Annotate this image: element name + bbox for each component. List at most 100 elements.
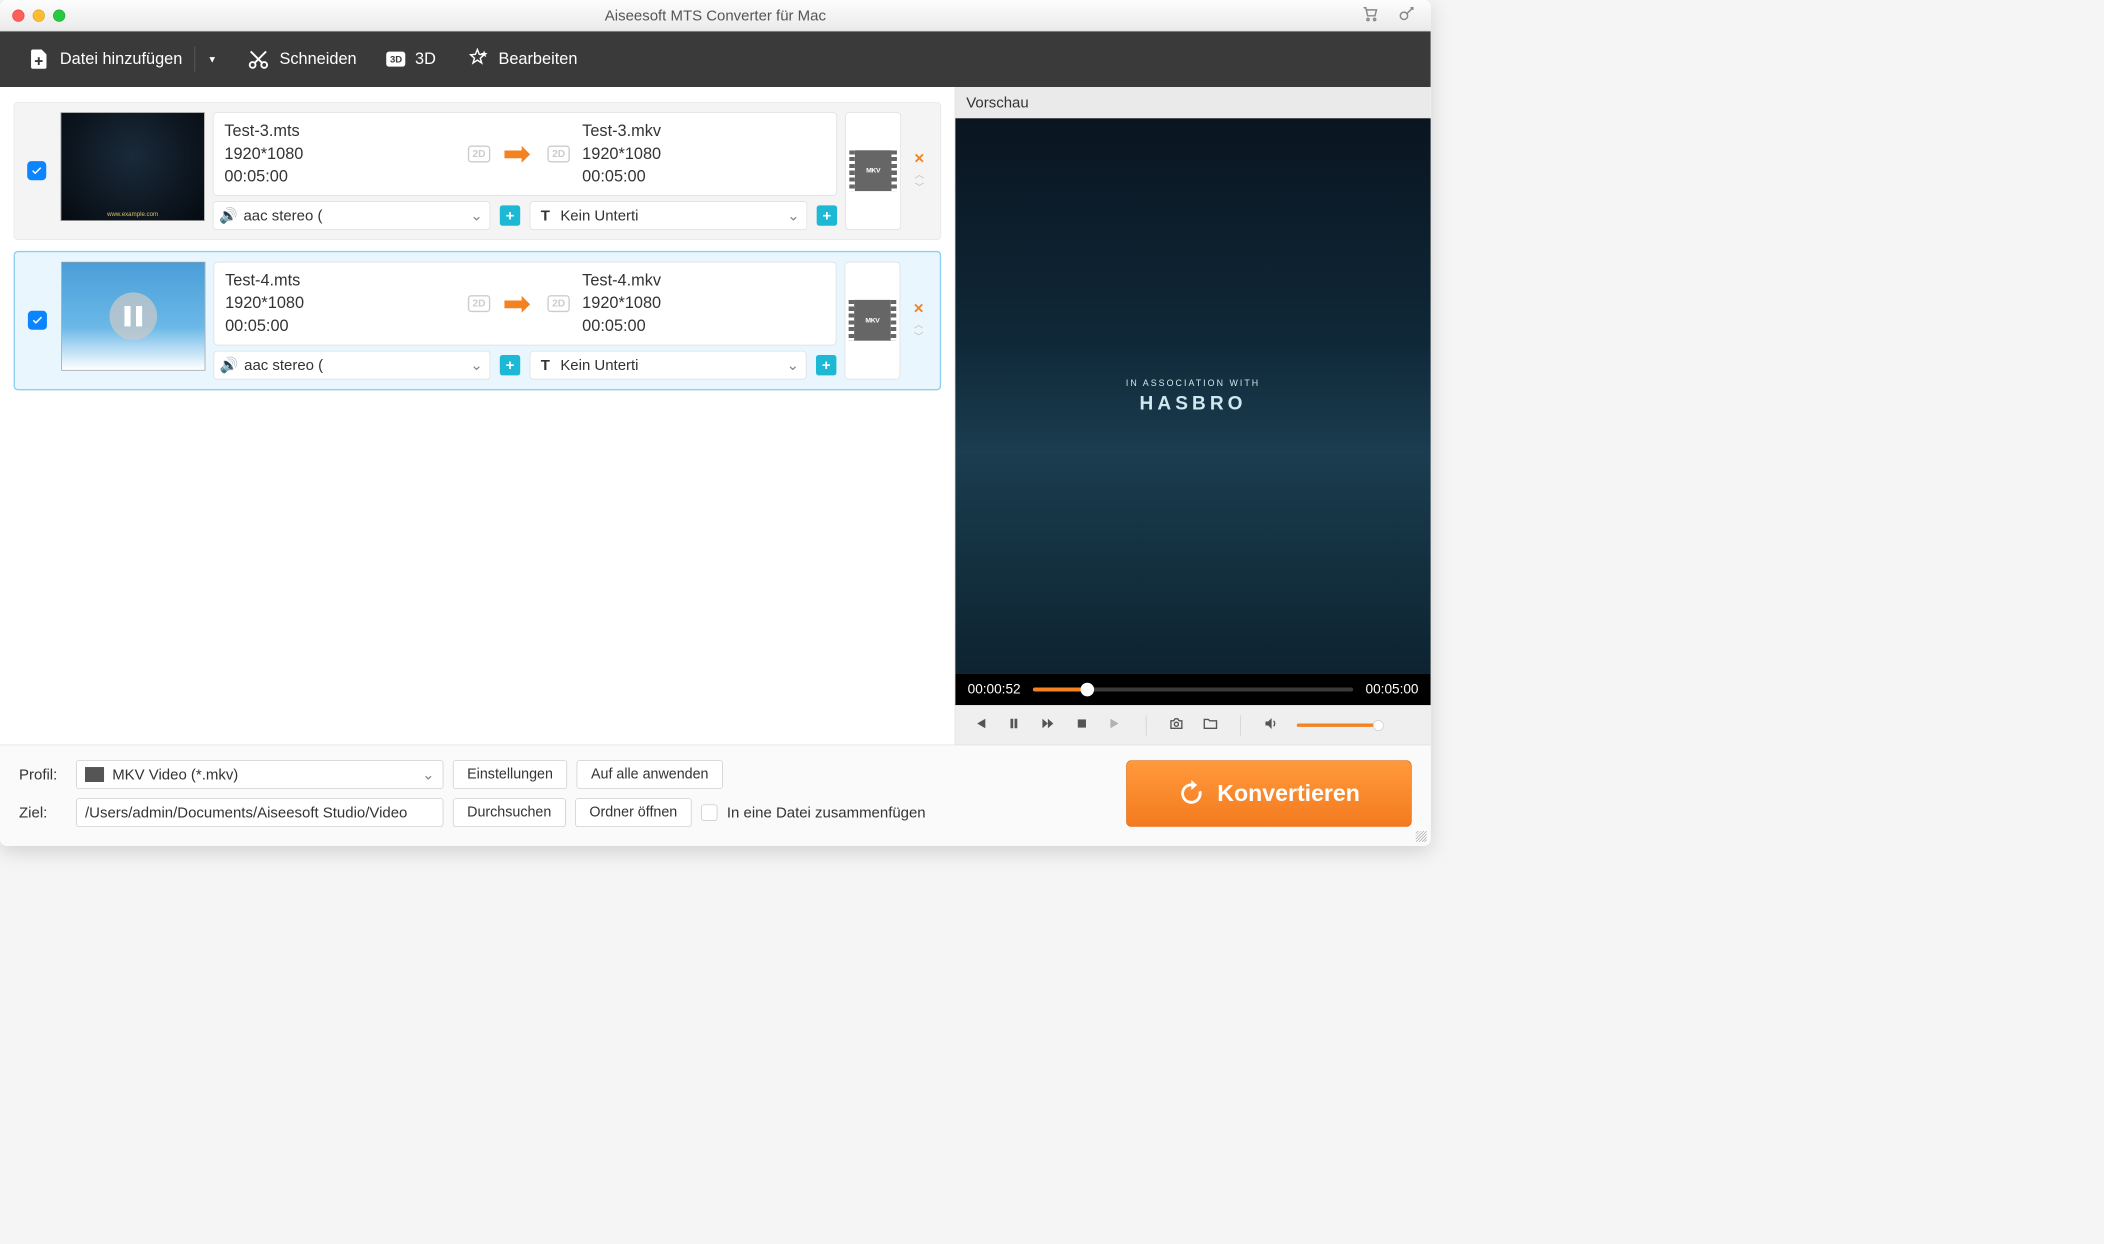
edit-button[interactable]: Bearbeiten bbox=[466, 48, 578, 71]
chevron-down-icon: ⌄ bbox=[470, 356, 483, 374]
file-checkbox[interactable] bbox=[27, 161, 46, 180]
destination-label: Ziel: bbox=[19, 804, 67, 822]
subtitle-select[interactable]: T Kein Unterti ⌄ bbox=[530, 201, 807, 230]
titlebar: Aiseesoft MTS Converter für Mac bbox=[0, 0, 1431, 31]
add-audio-button[interactable]: + bbox=[500, 355, 520, 375]
source-filename: Test-3.mts bbox=[224, 120, 467, 143]
file-list: www.example.com Test-3.mts 1920*1080 00:… bbox=[0, 87, 955, 745]
next-button[interactable] bbox=[1108, 715, 1124, 735]
cut-button[interactable]: Schneiden bbox=[247, 48, 357, 71]
open-destination-button[interactable]: Ordner öffnen bbox=[575, 798, 691, 827]
subtitle-select[interactable]: T Kein Unterti ⌄ bbox=[530, 351, 807, 380]
source-resolution: 1920*1080 bbox=[225, 292, 468, 315]
bottom-bar: Profil: MKV Video (*.mkv) ⌄ Einstellunge… bbox=[0, 745, 1431, 846]
cart-icon[interactable] bbox=[1361, 5, 1379, 26]
merge-label: In eine Datei zusammenfügen bbox=[727, 804, 926, 822]
profile-select[interactable]: MKV Video (*.mkv) ⌄ bbox=[76, 760, 443, 789]
target-duration: 00:05:00 bbox=[582, 315, 825, 338]
open-folder-button[interactable] bbox=[1202, 715, 1218, 735]
convert-label: Konvertieren bbox=[1217, 780, 1360, 807]
remove-file-button[interactable]: ✕ bbox=[913, 300, 924, 317]
settings-button[interactable]: Einstellungen bbox=[453, 760, 567, 789]
browse-button[interactable]: Durchsuchen bbox=[453, 798, 566, 827]
chevron-down-icon: ⌄ bbox=[786, 356, 799, 374]
add-subtitle-button[interactable]: + bbox=[817, 205, 837, 225]
profile-value: MKV Video (*.mkv) bbox=[112, 766, 414, 784]
move-up-button[interactable]: ︿ bbox=[915, 170, 925, 180]
maximize-window-button[interactable] bbox=[53, 9, 65, 21]
2d-badge-icon: 2D bbox=[468, 145, 491, 162]
source-duration: 00:05:00 bbox=[225, 315, 468, 338]
remove-file-button[interactable]: ✕ bbox=[914, 150, 925, 167]
prev-button[interactable] bbox=[972, 715, 988, 735]
audio-track-select[interactable]: 🔊 aac stereo ( ⌄ bbox=[214, 351, 491, 380]
target-filename: Test-4.mkv bbox=[582, 269, 825, 292]
move-up-button[interactable]: ︿ bbox=[914, 319, 924, 329]
convert-button[interactable]: Konvertieren bbox=[1126, 760, 1412, 827]
preview-overlay-small: IN ASSOCIATION WITH bbox=[1126, 378, 1260, 388]
close-window-button[interactable] bbox=[12, 9, 24, 21]
add-audio-button[interactable]: + bbox=[500, 205, 520, 225]
preview-title: Vorschau bbox=[955, 87, 1430, 118]
audio-track-select[interactable]: 🔊 aac stereo ( ⌄ bbox=[213, 201, 490, 230]
volume-icon[interactable] bbox=[1263, 715, 1279, 735]
output-format-button[interactable]: MKV bbox=[845, 262, 901, 379]
subtitle-value: Kein Unterti bbox=[560, 356, 779, 374]
file-info-panel: Test-4.mts 1920*1080 00:05:00 2D ➡ 2D Te… bbox=[214, 262, 837, 345]
2d-badge-icon: 2D bbox=[547, 145, 570, 162]
speaker-icon: 🔊 bbox=[220, 207, 236, 225]
current-time: 00:00:52 bbox=[968, 682, 1021, 698]
preview-controls bbox=[955, 705, 1430, 744]
target-duration: 00:05:00 bbox=[582, 165, 825, 188]
source-resolution: 1920*1080 bbox=[224, 143, 467, 166]
file-row[interactable]: www.example.com Test-3.mts 1920*1080 00:… bbox=[14, 102, 942, 240]
profile-label: Profil: bbox=[19, 766, 67, 784]
merge-checkbox[interactable] bbox=[701, 804, 717, 820]
key-icon[interactable] bbox=[1398, 5, 1416, 26]
minimize-window-button[interactable] bbox=[33, 9, 45, 21]
apply-all-button[interactable]: Auf alle anwenden bbox=[577, 760, 723, 789]
file-info-panel: Test-3.mts 1920*1080 00:05:00 2D ➡ 2D Te… bbox=[213, 112, 837, 195]
target-filename: Test-3.mkv bbox=[582, 120, 825, 143]
chevron-down-icon: ⌄ bbox=[787, 207, 800, 225]
output-format-button[interactable]: MKV bbox=[845, 112, 901, 229]
move-down-button[interactable]: ﹀ bbox=[914, 332, 924, 342]
source-filename: Test-4.mts bbox=[225, 269, 468, 292]
add-subtitle-button[interactable]: + bbox=[816, 355, 836, 375]
destination-input[interactable]: /Users/admin/Documents/Aiseesoft Studio/… bbox=[76, 798, 443, 827]
total-time: 00:05:00 bbox=[1366, 682, 1419, 698]
cut-label: Schneiden bbox=[279, 50, 356, 69]
move-down-button[interactable]: ﹀ bbox=[915, 182, 925, 192]
toolbar: Datei hinzufügen ▼ Schneiden 3D 3D Bearb… bbox=[0, 31, 1431, 87]
chevron-down-icon: ⌄ bbox=[422, 766, 435, 784]
target-resolution: 1920*1080 bbox=[582, 143, 825, 166]
window-title: Aiseesoft MTS Converter für Mac bbox=[0, 6, 1431, 24]
preview-timeline: 00:00:52 00:05:00 bbox=[955, 674, 1430, 705]
pause-button[interactable] bbox=[1006, 715, 1022, 735]
format-icon bbox=[85, 767, 104, 782]
3d-button[interactable]: 3D 3D bbox=[387, 50, 436, 69]
stop-button[interactable] bbox=[1074, 715, 1090, 735]
add-file-dropdown-caret[interactable]: ▼ bbox=[207, 54, 216, 65]
file-thumbnail[interactable]: www.example.com bbox=[61, 112, 205, 221]
edit-label: Bearbeiten bbox=[498, 50, 577, 69]
preview-panel: Vorschau IN ASSOCIATION WITH HASBRO 00:0… bbox=[955, 87, 1431, 745]
text-icon: T bbox=[537, 356, 553, 374]
fast-forward-button[interactable] bbox=[1040, 715, 1056, 735]
file-checkbox[interactable] bbox=[28, 311, 47, 330]
subtitle-value: Kein Unterti bbox=[560, 207, 780, 225]
format-label: MKV bbox=[854, 300, 891, 341]
file-thumbnail[interactable] bbox=[61, 262, 205, 371]
add-file-button[interactable]: Datei hinzufügen ▼ bbox=[27, 47, 217, 71]
add-file-label: Datei hinzufügen bbox=[60, 50, 182, 69]
preview-video[interactable]: IN ASSOCIATION WITH HASBRO bbox=[955, 118, 1430, 674]
audio-track-value: aac stereo ( bbox=[243, 207, 463, 225]
resize-grip[interactable] bbox=[1416, 831, 1427, 842]
timeline-slider[interactable] bbox=[1033, 687, 1353, 691]
2d-badge-icon: 2D bbox=[547, 295, 570, 312]
source-duration: 00:05:00 bbox=[224, 165, 467, 188]
file-row[interactable]: Test-4.mts 1920*1080 00:05:00 2D ➡ 2D Te… bbox=[14, 251, 942, 390]
snapshot-button[interactable] bbox=[1168, 715, 1184, 735]
volume-slider[interactable] bbox=[1297, 724, 1379, 727]
chevron-down-icon: ⌄ bbox=[470, 207, 483, 225]
